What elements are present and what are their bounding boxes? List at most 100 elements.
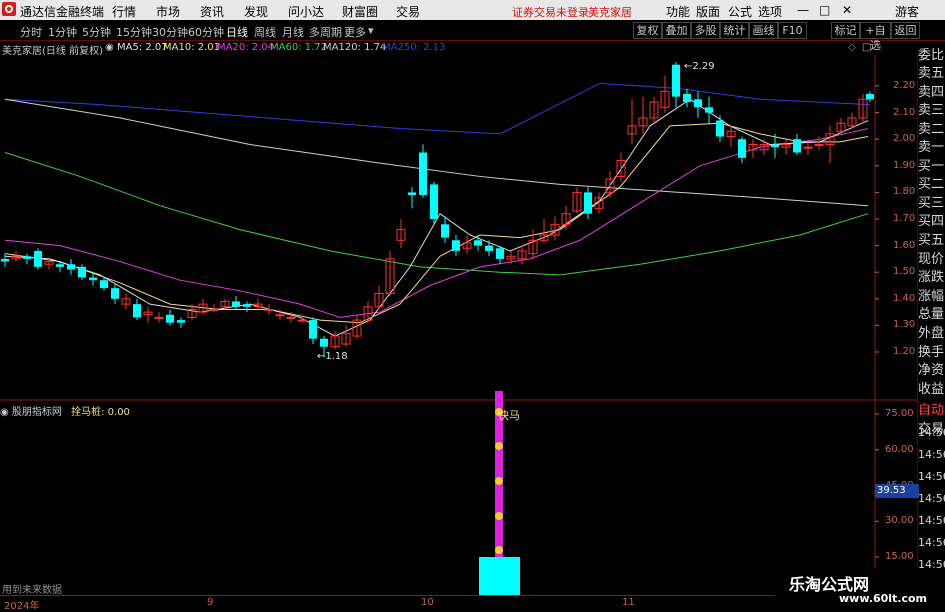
side-tab[interactable]: 卖四 — [918, 84, 945, 102]
side-tab[interactable]: 外盘 — [918, 325, 945, 343]
adjust-button[interactable]: 复权 — [633, 22, 662, 39]
close-icon[interactable]: ✕ — [842, 3, 852, 17]
expand-icon[interactable]: □ — [862, 42, 871, 53]
side-tab[interactable]: 卖一 — [918, 139, 945, 157]
price-tick: 2.10 — [893, 106, 916, 118]
candle-down — [430, 184, 438, 219]
guest-label[interactable]: 游客 — [895, 3, 919, 20]
side-tab[interactable]: 买四 — [918, 213, 945, 231]
tick-time: 14:56 — [918, 426, 945, 439]
candle-down — [177, 320, 185, 323]
stats-button[interactable]: 统计 — [720, 22, 749, 39]
candle-down — [408, 192, 416, 196]
menu-bar: 通达信金融终端 行情 市场 资讯 发现 问小达 财富圈 交易 证券交易未登录 美… — [0, 0, 945, 20]
side-tab[interactable]: 换手 — [918, 344, 945, 362]
multi-stock-button[interactable]: 多股 — [691, 22, 720, 39]
side-tab[interactable]: 现价 — [918, 251, 945, 269]
period-1min[interactable]: 1分钟 — [48, 24, 77, 40]
side-tab[interactable]: 总量 — [918, 306, 945, 324]
side-tab[interactable]: 买一 — [918, 158, 945, 176]
maximize-icon[interactable]: □ — [819, 3, 830, 17]
current-value-badge: 39.53 — [875, 484, 919, 498]
candle-down — [496, 248, 504, 259]
period-toolbar: 分时 1分钟 5分钟 15分钟 30分钟 60分钟 日线 周线 月线 多周期 更… — [0, 21, 945, 52]
f10-button[interactable]: F10 — [778, 22, 807, 39]
period-5min[interactable]: 5分钟 — [82, 24, 111, 40]
back-button[interactable]: 返回 — [891, 22, 920, 39]
side-tab[interactable]: 卖三 — [918, 102, 945, 120]
candle-down — [771, 144, 779, 148]
tick-time: 14:56 — [918, 492, 945, 505]
price-tick: 1.20 — [893, 346, 916, 357]
candle-down — [441, 224, 449, 238]
period-30min[interactable]: 30分钟 — [152, 24, 188, 40]
low-value: 1.18 — [325, 351, 348, 362]
menu-item-discover[interactable]: 发现 — [244, 3, 268, 20]
menu-item-formula[interactable]: 公式 — [728, 3, 752, 20]
menu-item-wealth[interactable]: 财富圈 — [342, 3, 378, 20]
menu-item-trade[interactable]: 交易 — [396, 3, 420, 20]
side-tab[interactable]: 自动 — [918, 402, 945, 420]
settings-icon[interactable]: ◉ — [0, 407, 9, 418]
period-60min[interactable]: 60分钟 — [188, 24, 224, 40]
add-watchlist-button[interactable]: +自选 — [860, 22, 891, 52]
period-monthly[interactable]: 月线 — [282, 24, 304, 40]
period-more[interactable]: 更多 — [344, 24, 366, 40]
side-tab[interactable]: 卖五 — [918, 65, 945, 83]
date-label: 9 — [207, 597, 214, 608]
money-bag-icon — [495, 477, 503, 485]
price-tick: 2.20 — [893, 80, 916, 91]
menu-item-function[interactable]: 功能 — [666, 3, 690, 20]
menu-item-news[interactable]: 资讯 — [200, 3, 224, 20]
draw-line-button[interactable]: 画线 — [749, 22, 778, 39]
side-tab[interactable]: 买二 — [918, 176, 945, 194]
settings-icon[interactable]: ◉ — [105, 42, 114, 53]
price-tick: 1.70 — [893, 213, 916, 224]
period-timeshare[interactable]: 分时 — [20, 24, 42, 40]
indicator-name[interactable]: 股朋指标网 — [12, 407, 62, 418]
kline-chart[interactable] — [0, 55, 918, 595]
menu-item-quotes[interactable]: 行情 — [112, 3, 136, 20]
diamond-icon[interactable]: ◇ — [848, 42, 856, 53]
minimize-icon[interactable]: — — [797, 3, 809, 17]
side-tab[interactable]: 委比 — [918, 47, 945, 65]
menu-item-layout[interactable]: 版面 — [696, 3, 720, 20]
menu-item-options[interactable]: 选项 — [758, 3, 782, 20]
signal-block — [479, 557, 520, 595]
period-daily[interactable]: 日线 — [226, 24, 248, 40]
chevron-down-icon[interactable]: ▾ — [368, 24, 374, 37]
side-tab[interactable]: 收益 — [918, 381, 945, 399]
candle-up — [814, 144, 824, 147]
candle-down — [584, 192, 592, 214]
side-tab[interactable]: 买五 — [918, 232, 945, 250]
menu-item-ask[interactable]: 问小达 — [288, 3, 324, 20]
candle-up — [286, 316, 296, 319]
side-tab[interactable]: 涨幅 — [918, 288, 945, 306]
date-axis: 2024年 9 10 11 — [0, 595, 875, 612]
candle-down — [34, 250, 42, 267]
side-tab[interactable]: 卖二 — [918, 121, 945, 139]
ma120-label: MA120: 1.74 — [323, 42, 387, 53]
overlay-button[interactable]: 叠加 — [662, 22, 691, 39]
future-data-note: 用到未来数据 — [2, 585, 62, 596]
period-multi[interactable]: 多周期 — [309, 24, 342, 40]
menu-item-market[interactable]: 市场 — [156, 3, 180, 20]
candle-up — [275, 314, 285, 317]
tick-time: 14:56 — [918, 514, 945, 527]
high-annotation: ←2.29 — [684, 61, 715, 72]
ma250-label: MA250: 2.13 — [382, 42, 446, 53]
indicator-tick: 15.00 — [885, 551, 914, 562]
side-tab[interactable]: 涨跌 — [918, 269, 945, 287]
indicator-tick: 30.00 — [885, 515, 914, 527]
side-tab[interactable]: 买三 — [918, 195, 945, 213]
period-15min[interactable]: 15分钟 — [116, 24, 152, 40]
ma20-label: MA20: 2.04 — [217, 42, 275, 53]
period-weekly[interactable]: 周线 — [254, 24, 276, 40]
mark-button[interactable]: 标记 — [831, 22, 860, 39]
candle-down — [866, 93, 874, 100]
side-tab[interactable]: 净资 — [918, 362, 945, 380]
login-notice[interactable]: 证券交易未登录 — [512, 4, 589, 20]
price-tick: 1.30 — [893, 319, 916, 331]
candle-down — [793, 139, 801, 153]
low-annotation: ←1.18 — [317, 351, 348, 362]
